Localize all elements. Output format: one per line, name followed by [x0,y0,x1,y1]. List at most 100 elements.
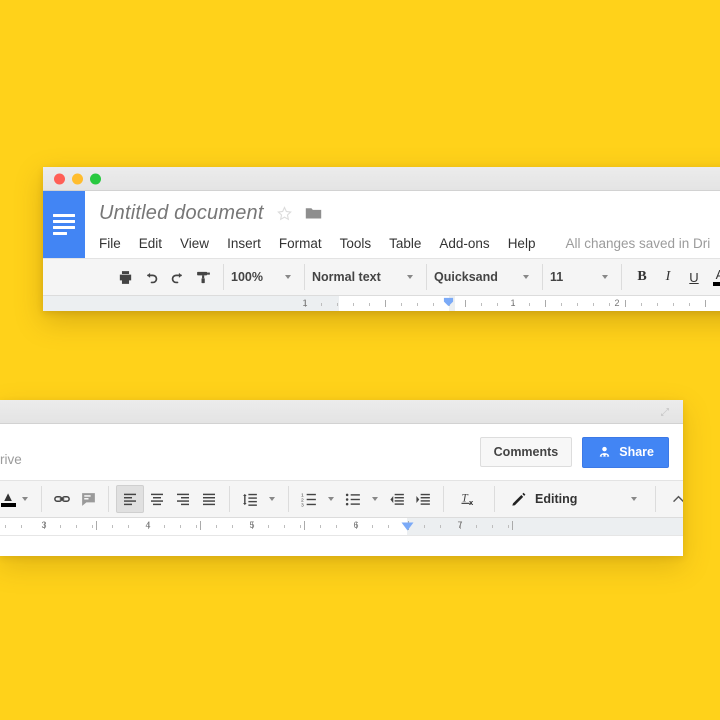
increase-indent-icon[interactable] [410,486,436,512]
save-status: All changes saved in Dri [565,235,711,251]
text-color-icon[interactable]: A [707,264,720,290]
zoom-value: 100% [231,270,263,284]
redo-icon[interactable] [164,264,190,290]
ruler-number: 2 [614,298,620,308]
svg-text:T: T [462,492,469,504]
folder-icon[interactable] [305,206,322,220]
print-icon[interactable] [112,264,138,290]
svg-text:1: 1 [301,492,304,498]
menu-item-addons[interactable]: Add-ons [439,234,499,253]
chevron-down-icon[interactable] [328,497,334,501]
menu-item-tools[interactable]: Tools [340,234,382,253]
clear-formatting-icon[interactable]: T x [444,486,495,512]
share-label: Share [619,445,654,459]
toolbar-group-lists: 1 2 3 [289,486,444,512]
paragraph-style-dropdown[interactable]: Normal text [305,264,427,290]
toolbar-group-typography: B I U A [622,264,720,290]
save-status-tail: rive [0,452,22,467]
font-family-value: Quicksand [434,270,498,284]
align-justify-icon[interactable] [196,486,222,512]
toolbar-group-spacing [230,486,289,512]
chevron-down-icon[interactable] [22,497,28,501]
font-size-dropdown[interactable]: 11 [543,264,622,290]
chevron-down-icon[interactable] [523,275,529,279]
editing-mode-label: Editing [535,492,578,506]
toolbar-group-insert [42,486,109,512]
document-title[interactable]: Untitled document [99,202,264,225]
minimize-button[interactable] [72,173,83,184]
ruler-bottom[interactable]: 3 4 5 6 7 [0,518,683,536]
maximize-button[interactable] [90,173,101,184]
chevron-down-icon[interactable] [372,497,378,501]
titlebar-top[interactable] [43,167,720,191]
align-right-icon[interactable] [170,486,196,512]
align-center-icon[interactable] [144,486,170,512]
share-button[interactable]: Share [582,436,669,468]
chevron-down-icon[interactable] [269,497,275,501]
toolbar-top[interactable]: 100% Normal text Quicksand 11 B I U A [43,258,720,296]
ruler-top[interactable]: 1 1 2 [43,296,720,311]
star-icon[interactable] [276,205,293,222]
svg-text:x: x [469,498,474,507]
undo-icon[interactable] [138,264,164,290]
highlight-color-icon[interactable]: ▲ [0,486,42,512]
right-indent-marker[interactable] [401,522,414,531]
menu-item-help[interactable]: Help [508,234,546,253]
menu-item-insert[interactable]: Insert [227,234,271,253]
chevron-down-icon[interactable] [602,275,608,279]
menu-item-table[interactable]: Table [389,234,431,253]
align-left-icon[interactable] [116,485,144,513]
expand-arrows-icon[interactable] [659,406,671,418]
menu-item-file[interactable]: File [99,234,131,253]
left-indent-marker[interactable] [443,297,454,308]
italic-button[interactable]: I [655,264,681,290]
menu-bar[interactable]: File Edit View Insert Format Tools Table… [99,231,720,255]
ruler-number: 3 [41,520,47,530]
ruler-number: 1 [510,298,516,308]
ruler-number: 7 [457,520,463,530]
numbered-list-icon[interactable]: 1 2 3 [296,486,322,512]
line-spacing-icon[interactable] [237,486,263,512]
decrease-indent-icon[interactable] [384,486,410,512]
toolbar-bottom[interactable]: ▲ 1 2 3 T x Editing [0,480,683,518]
underline-button[interactable]: U [681,264,707,290]
titlebar-bottom[interactable] [0,400,683,424]
editing-mode-dropdown[interactable]: Editing [495,486,657,512]
docs-header: Untitled document File Edit View Insert … [43,191,720,258]
ruler-number: 6 [353,520,359,530]
chevron-down-icon[interactable] [285,275,291,279]
bulleted-list-icon[interactable] [340,486,366,512]
font-family-dropdown[interactable]: Quicksand [427,264,543,290]
link-icon[interactable] [49,486,75,512]
collapse-chevron-icon [673,495,683,502]
docs-logo[interactable] [43,191,85,258]
ruler-number: 5 [249,520,255,530]
menu-item-edit[interactable]: Edit [139,234,172,253]
zoom-dropdown[interactable]: 100% [224,264,305,290]
toolbar-group-alignment [109,485,230,513]
chevron-down-icon[interactable] [631,497,638,501]
bottom-window-header: rive Comments Share [0,424,683,480]
google-docs-window-bottom[interactable]: rive Comments Share ▲ 1 2 3 T x Editing … [0,400,683,556]
ruler-number: 1 [302,298,308,308]
paint-format-icon[interactable] [190,264,216,290]
add-comment-icon[interactable] [75,486,101,512]
docs-header-main: Untitled document File Edit View Insert … [85,191,720,258]
font-size-value: 11 [550,270,564,284]
close-button[interactable] [54,173,65,184]
menu-item-view[interactable]: View [180,234,219,253]
collapse-toolbar-button[interactable] [656,486,683,512]
comments-button[interactable]: Comments [479,437,573,467]
svg-text:3: 3 [301,502,304,507]
ruler-margin-left [43,296,339,311]
svg-text:2: 2 [301,497,304,503]
google-docs-window-top[interactable]: Untitled document File Edit View Insert … [43,167,720,311]
ruler-margin-right [407,518,683,535]
chevron-down-icon[interactable] [407,275,413,279]
menu-item-format[interactable]: Format [279,234,332,253]
ruler-number: 4 [145,520,151,530]
paragraph-style-value: Normal text [312,270,381,284]
title-row: Untitled document [99,199,720,227]
traffic-lights[interactable] [54,173,101,184]
bold-button[interactable]: B [629,264,655,290]
